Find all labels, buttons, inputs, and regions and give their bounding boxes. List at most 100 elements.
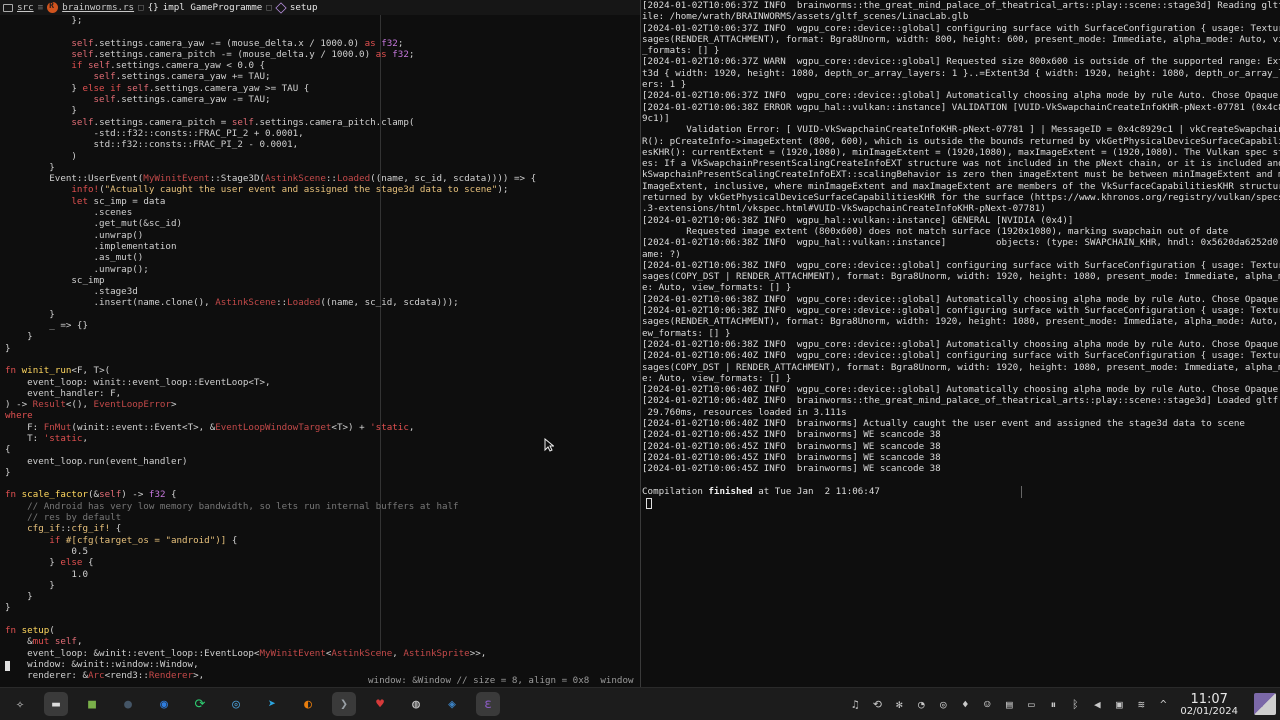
terminal-line: [2024-01-02T10:06:38Z INFO wgpu_core::de… [642, 259, 1280, 271]
game-tray-icon[interactable]: ♦ [959, 698, 971, 711]
breadcrumb-folder[interactable]: src [17, 2, 34, 13]
code-line: } [5, 602, 11, 614]
code-line: }; [5, 15, 83, 26]
terminal-line: ile: /home/wrath/BRAINWORMS/assets/gltf_… [642, 11, 969, 23]
steam-icon[interactable]: ◎ [224, 692, 248, 716]
mouse-pointer-icon [544, 438, 554, 452]
code-line: .implementation [5, 240, 177, 252]
display-icon[interactable]: ▣ [1113, 698, 1125, 711]
taskbar-apps: ✧ ▬ ■ ● ◉ ⟳ ◎ ➤ ◐ ❯ ♥ ◍ ◈ ε [2, 692, 506, 716]
clock-date: 02/01/2024 [1180, 705, 1238, 717]
terminal-line: [2024-01-02T10:06:38Z ERROR wgpu_hal::vu… [642, 101, 1280, 113]
breadcrumb-file[interactable]: brainworms.rs [62, 2, 134, 13]
folder-icon [3, 3, 13, 12]
firefox-icon[interactable]: ◉ [152, 692, 176, 716]
terminal-line: .3-extensions/html/vkspec.html#VUID-VkSw… [642, 203, 1046, 215]
code-line: } [5, 331, 33, 343]
clock[interactable]: 11:07 02/01/2024 [1180, 693, 1238, 717]
code-line: } [5, 466, 11, 478]
taskbar: ✧ ▬ ■ ● ◉ ⟳ ◎ ➤ ◐ ❯ ♥ ◍ ◈ ε ♫ ⟲ ✻ ◔ ◎ ♦ ☺ ▤ ▭ ⏸ ᛒ ◀ ▣ ≋ ^ 11:07 02/… [0, 687, 1280, 720]
terminal-line: sages(COPY_DST | RENDER_ATTACHMENT), for… [642, 271, 1280, 283]
bluetooth-icon[interactable]: ᛒ [1069, 698, 1081, 711]
gear-tray-icon[interactable]: ✻ [893, 698, 905, 711]
code-line: } else if self.settings.camera_yaw >= TA… [5, 82, 310, 94]
code-line: window: &winit::window::Window, [5, 658, 199, 670]
strawberry-icon[interactable]: ♥ [368, 692, 392, 716]
terminal-line: [2024-01-02T10:06:45Z INFO brainworms] W… [642, 440, 941, 452]
volume-icon[interactable]: ◀ [1091, 698, 1103, 711]
breadcrumb-separator: □ [266, 2, 272, 13]
file-manager-icon[interactable]: ■ [80, 692, 104, 716]
terminal-line: [2024-01-02T10:06:40Z INFO wgpu_core::de… [642, 350, 1280, 362]
terminal-line: [2024-01-02T10:06:38Z INFO wgpu_hal::vul… [642, 214, 1074, 226]
terminal-line: [2024-01-02T10:06:45Z INFO brainworms] W… [642, 463, 941, 475]
code-line: .unwrap() [5, 229, 144, 241]
code-line: info!("Actually caught the user event an… [71, 184, 509, 196]
code-line: sc_imp [5, 274, 105, 286]
code-line: .scenes [5, 207, 133, 219]
code-line: Event::UserEvent(MyWinitEvent::Stage3D(A… [5, 173, 537, 185]
code-line: let sc_imp = data [71, 195, 166, 207]
code-line: 1.0 [5, 568, 88, 580]
telegram-icon[interactable]: ➤ [260, 692, 284, 716]
clipboard-icon[interactable]: ▤ [1003, 698, 1015, 711]
code-line: } else { [5, 557, 94, 569]
code-line: fn winit_run<F, T>( [5, 365, 111, 377]
terminal-cursor [646, 498, 652, 509]
code-line: self.settings.camera_yaw += TAU; [93, 71, 271, 83]
wifi-icon[interactable]: ≋ [1135, 698, 1147, 711]
terminal-line: Validation Error: [ VUID-VkSwapchainCrea… [642, 124, 1280, 136]
steam-tray-icon[interactable]: ◎ [937, 698, 949, 711]
type-hint: window: &Window // size = 8, align = 0x8… [368, 675, 634, 686]
terminal-line: [2024-01-02T10:06:38Z INFO wgpu_core::de… [642, 293, 1279, 305]
sync-tray-icon[interactable]: ⟲ [871, 698, 883, 711]
terminal-line: Requested image extent (800x600) does no… [642, 225, 1229, 237]
obs-icon[interactable]: ◍ [404, 692, 428, 716]
show-desktop-button[interactable] [1254, 693, 1276, 715]
terminal-line: [2024-01-02T10:06:37Z INFO brainworms::t… [642, 0, 1280, 11]
code-line: ) [5, 150, 77, 162]
terminal-line: [2024-01-02T10:06:38Z INFO wgpu_hal::vul… [642, 237, 1280, 249]
code-line: F: FnMut(winit::event::Event<T>, &EventL… [5, 421, 415, 433]
code-line: } [5, 342, 11, 354]
code-line: { [5, 444, 11, 456]
code-line: self.settings.camera_yaw -= (mouse_delta… [71, 37, 404, 49]
breadcrumb-impl[interactable]: impl GameProgramme [163, 2, 263, 13]
editor-cursor [5, 661, 10, 671]
blender-icon[interactable]: ◐ [296, 692, 320, 716]
terminal-line: [2024-01-02T10:06:40Z INFO wgpu_core::de… [642, 384, 1279, 396]
code-line: } [5, 591, 33, 603]
code-line: fn setup( [5, 625, 55, 637]
task-manager-icon[interactable]: ▬ [44, 692, 68, 716]
terminal-line: returned by vkGetPhysicalDeviceSurfaceCa… [642, 192, 1280, 204]
fill-column-indicator [1021, 486, 1022, 498]
dark-circle-app-icon[interactable]: ● [116, 692, 140, 716]
app-launcher-icon[interactable]: ✧ [8, 692, 32, 716]
code-editor[interactable]: }; self.settings.camera_yaw -= (mouse_de… [0, 15, 640, 687]
discover-icon[interactable]: ◈ [440, 692, 464, 716]
discord-tray-icon[interactable]: ☺ [981, 698, 993, 711]
media-pause-icon[interactable]: ⏸ [1047, 698, 1059, 711]
notification-bell-icon[interactable]: ♫ [849, 698, 861, 711]
terminal-line: [2024-01-02T10:06:38Z INFO wgpu_core::de… [642, 305, 1280, 317]
emacs-icon[interactable]: ε [476, 692, 500, 716]
expand-tray-icon[interactable]: ^ [1157, 698, 1169, 711]
compilation-output-pane[interactable]: [2024-01-02T10:06:37Z INFO brainworms::t… [641, 0, 1280, 687]
terminal-line: ImageExtent, inclusive, where minImageEx… [642, 180, 1280, 192]
terminal-line: [2024-01-02T10:06:38Z INFO wgpu_core::de… [642, 338, 1279, 350]
terminal-line: esKHR(): currentExtent = (1920,1080), mi… [642, 146, 1280, 158]
code-line: } [5, 579, 55, 591]
terminal-line: Compilation finished at Tue Jan 2 11:06:… [642, 485, 880, 497]
printer-icon[interactable]: ▭ [1025, 698, 1037, 711]
breadcrumb-method[interactable]: setup [290, 2, 318, 13]
terminal-line: _formats: [] } [642, 45, 720, 57]
terminal-icon[interactable]: ❯ [332, 692, 356, 716]
sync-app-icon[interactable]: ⟳ [188, 692, 212, 716]
network-tray-icon[interactable]: ◔ [915, 698, 927, 711]
code-line: .get_mut(&sc_id) [5, 218, 183, 230]
code-line: // res by default [5, 512, 122, 524]
code-line: event_loop: &winit::event_loop::EventLoo… [5, 647, 487, 659]
code-line: if self.settings.camera_yaw < 0.0 { [71, 60, 266, 72]
terminal-line: ew_formats: [] } [642, 327, 731, 339]
